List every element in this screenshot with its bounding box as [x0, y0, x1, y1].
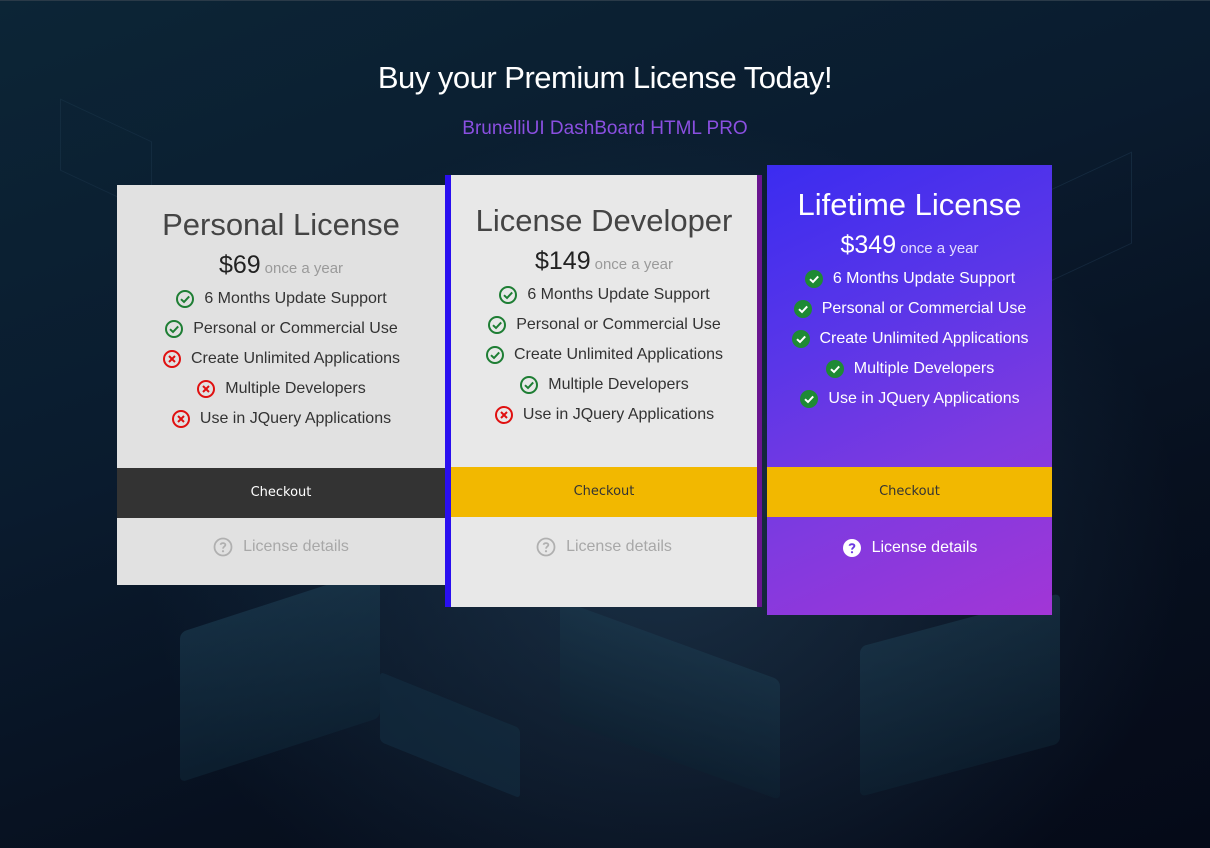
x-circle-icon: [196, 379, 216, 399]
feature-label: Multiple Developers: [225, 380, 366, 397]
question-circle-filled-icon: [842, 538, 862, 558]
feature-label: 6 Months Update Support: [204, 290, 387, 307]
x-circle-icon: [171, 409, 191, 429]
feature-item: Personal or Commercial Use: [451, 310, 757, 340]
plan-price: $149: [534, 247, 591, 275]
question-circle-icon: [536, 537, 556, 557]
feature-label: Create Unlimited Applications: [191, 350, 400, 367]
page-subtitle: BrunelliUI DashBoard HTML PRO: [462, 118, 748, 139]
check-circle-icon: [485, 345, 505, 365]
feature-item: Create Unlimited Applications: [451, 340, 757, 370]
feature-label: Personal or Commercial Use: [821, 300, 1027, 317]
check-circle-filled-icon: [791, 329, 811, 349]
feature-item: Create Unlimited Applications: [117, 344, 445, 374]
checkout-button[interactable]: Checkout: [117, 468, 445, 518]
x-circle-icon: [494, 405, 514, 425]
feature-item: Multiple Developers: [117, 374, 445, 404]
feature-item: Personal or Commercial Use: [117, 314, 445, 344]
question-circle-icon: [213, 537, 233, 557]
feature-item: Multiple Developers: [451, 370, 757, 400]
license-details-link[interactable]: License details: [767, 538, 1052, 558]
feature-item: Personal or Commercial Use: [767, 294, 1052, 324]
plan-period: once a year: [264, 260, 344, 277]
price-row: $69 once a year: [117, 251, 445, 280]
license-details-label: License details: [871, 539, 978, 556]
feature-label: Personal or Commercial Use: [193, 320, 398, 337]
plan-title: Lifetime License: [797, 187, 1022, 222]
check-circle-icon: [498, 285, 518, 305]
license-details-link[interactable]: License details: [117, 537, 445, 557]
check-circle-filled-icon: [825, 359, 845, 379]
feature-label: 6 Months Update Support: [527, 286, 710, 303]
feature-label: 6 Months Update Support: [832, 270, 1016, 287]
check-circle-icon: [487, 315, 507, 335]
feature-item: Use in JQuery Applications: [117, 404, 445, 434]
pricing-card-lifetime: Lifetime License $349 once a year 6 Month…: [767, 165, 1052, 615]
price-row: $349 once a year: [767, 231, 1052, 260]
checkout-button[interactable]: Checkout: [451, 467, 757, 517]
license-details-link[interactable]: License details: [451, 537, 757, 557]
feature-label: Create Unlimited Applications: [514, 346, 723, 363]
plan-price: $69: [218, 251, 261, 279]
feature-label: Create Unlimited Applications: [819, 330, 1029, 347]
feature-item: Use in JQuery Applications: [767, 384, 1052, 414]
background-illustration: [380, 671, 520, 799]
feature-item: Create Unlimited Applications: [767, 324, 1052, 354]
feature-list: 6 Months Update Support Personal or Comm…: [451, 280, 757, 430]
feature-list: 6 Months Update Support Personal or Comm…: [767, 264, 1052, 414]
feature-label: Multiple Developers: [853, 360, 995, 377]
feature-label: Personal or Commercial Use: [516, 316, 721, 333]
top-border-line: [0, 0, 1210, 1]
feature-label: Multiple Developers: [548, 376, 689, 393]
page-title: Buy your Premium License Today!: [377, 60, 833, 95]
feature-item: Multiple Developers: [767, 354, 1052, 384]
feature-item: Use in JQuery Applications: [451, 400, 757, 430]
check-circle-icon: [164, 319, 184, 339]
background-illustration: [560, 599, 780, 801]
license-details-label: License details: [566, 538, 672, 555]
pricing-card-personal: Personal License $69 once a year 6 Months…: [117, 185, 445, 585]
plan-period: once a year: [900, 240, 979, 257]
x-circle-icon: [162, 349, 182, 369]
pricing-card-developer: License Developer $149 once a year 6 Mont…: [445, 175, 762, 607]
check-circle-icon: [519, 375, 539, 395]
feature-list: 6 Months Update Support Personal or Comm…: [117, 284, 445, 434]
feature-label: Use in JQuery Applications: [522, 406, 715, 423]
check-circle-filled-icon: [804, 269, 824, 289]
check-circle-filled-icon: [793, 299, 813, 319]
plan-period: once a year: [594, 256, 673, 273]
plan-price: $349: [840, 231, 897, 259]
feature-item: 6 Months Update Support: [117, 284, 445, 314]
background-illustration: [180, 567, 380, 783]
license-details-label: License details: [243, 538, 349, 555]
background-illustration: [860, 593, 1060, 797]
feature-item: 6 Months Update Support: [767, 264, 1052, 294]
feature-item: 6 Months Update Support: [451, 280, 757, 310]
check-circle-filled-icon: [799, 389, 819, 409]
price-row: $149 once a year: [451, 247, 757, 276]
plan-title: Personal License: [162, 207, 400, 242]
plan-title: License Developer: [475, 203, 733, 238]
feature-label: Use in JQuery Applications: [199, 410, 392, 427]
check-circle-icon: [175, 289, 195, 309]
feature-label: Use in JQuery Applications: [828, 390, 1020, 407]
checkout-button[interactable]: Checkout: [767, 467, 1052, 517]
